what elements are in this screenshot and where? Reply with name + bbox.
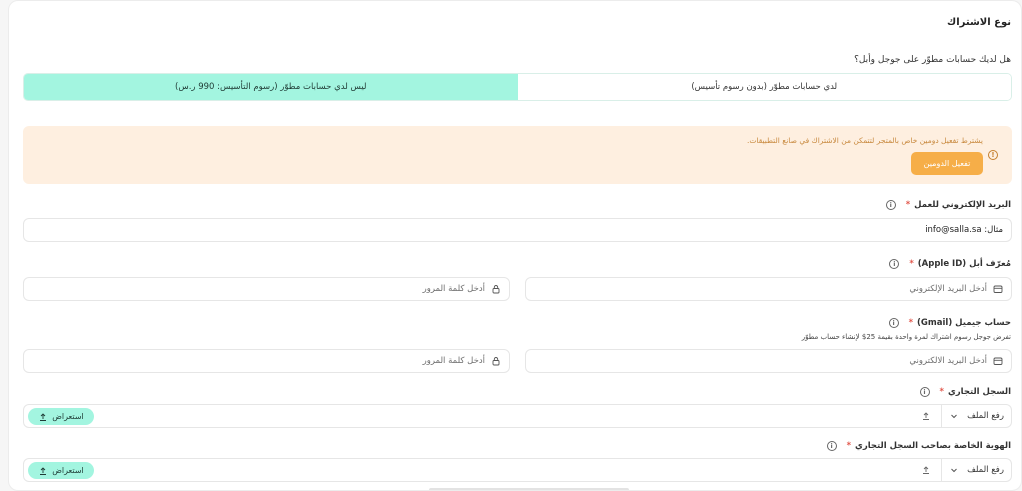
email-icon: [993, 285, 1003, 293]
upload-icon[interactable]: [921, 411, 931, 421]
apple-id-label: مُعرّف أبل (Apple ID) * i: [889, 259, 1011, 269]
gmail-password-placeholder: أدخل كلمة المرور: [422, 356, 485, 366]
gmail-email-placeholder: أدخل البريد الالكتروني: [909, 356, 987, 366]
upload-file-dropdown[interactable]: رفع الملف: [941, 459, 1011, 481]
required-mark: *: [908, 318, 914, 328]
upload-icon: [40, 412, 47, 421]
required-mark: *: [939, 387, 944, 397]
info-icon[interactable]: i: [889, 259, 900, 269]
gmail-password-input[interactable]: أدخل كلمة المرور: [23, 349, 510, 373]
section-title: نوع الاشتراك: [947, 17, 1011, 28]
apple-id-password-input[interactable]: أدخل كلمة المرور: [23, 277, 510, 301]
browse-label: استعراض: [52, 412, 84, 421]
upload-icon[interactable]: [921, 465, 931, 475]
gmail-label-text: حساب جيميل (Gmail): [917, 318, 1011, 328]
commercial-register-label: السجل التجاري * i: [919, 387, 1011, 397]
work-email-input[interactable]: مثال: info@salla.sa: [23, 218, 1012, 242]
browse-button[interactable]: استعراض: [28, 408, 94, 425]
activate-domain-button[interactable]: تفعيل الدومين: [911, 152, 983, 175]
lock-icon: [492, 357, 500, 366]
browse-button[interactable]: استعراض: [28, 462, 94, 479]
commercial-register-label-text: السجل التجاري: [947, 387, 1011, 397]
upload-file-dropdown[interactable]: رفع الملف: [941, 405, 1011, 427]
option-has-developer-accounts[interactable]: لدي حسابات مطوّر (بدون رسوم تأسيس): [517, 74, 1011, 100]
gmail-email-input[interactable]: أدخل البريد الالكتروني: [525, 349, 1012, 373]
lock-icon: [492, 285, 500, 294]
gmail-hint: تفرض جوجل رسوم اشتراك لمرة واحدة بقيمة 2…: [801, 333, 1011, 341]
chevron-down-icon: [951, 468, 957, 473]
work-email-label: البريد الإلكتروني للعمل * i: [885, 200, 1011, 210]
info-icon[interactable]: i: [826, 441, 837, 451]
required-mark: *: [905, 200, 911, 210]
alert-message: يشترط تفعيل دومين خاص بالمتجر لتتمكن من …: [746, 136, 983, 145]
upload-file-label: رفع الملف: [967, 411, 1004, 421]
gmail-label: حساب جيميل (Gmail) * i: [888, 318, 1011, 328]
owner-id-file-field: رفع الملف استعراض: [23, 458, 1012, 482]
required-mark: *: [909, 259, 914, 269]
upload-icon: [40, 466, 47, 475]
warning-info-icon: !: [988, 150, 998, 160]
work-email-value: مثال: info@salla.sa: [925, 225, 1003, 235]
apple-id-password-placeholder: أدخل كلمة المرور: [422, 284, 485, 294]
info-icon[interactable]: i: [885, 200, 896, 210]
browse-label: استعراض: [52, 466, 84, 475]
chevron-down-icon: [951, 414, 957, 419]
commercial-register-file-field: رفع الملف استعراض: [23, 404, 1012, 428]
info-icon[interactable]: i: [919, 387, 930, 397]
apple-id-label-text: مُعرّف أبل (Apple ID): [917, 259, 1011, 269]
developer-account-toggle: لدي حسابات مطوّر (بدون رسوم تأسيس) ليس ل…: [23, 73, 1012, 101]
email-icon: [993, 357, 1003, 365]
apple-id-email-placeholder: أدخل البريد الإلكتروني: [909, 284, 987, 294]
option-no-developer-accounts[interactable]: ليس لدي حسابات مطوّر (رسوم التأسيس: 990 …: [24, 74, 518, 100]
domain-warning-alert: ! يشترط تفعيل دومين خاص بالمتجر لتتمكن م…: [23, 126, 1012, 184]
owner-id-label: الهوية الخاصة بصاحب السجل التجاري * i: [826, 441, 1011, 451]
required-mark: *: [846, 441, 852, 451]
upload-file-label: رفع الملف: [967, 465, 1004, 475]
info-icon[interactable]: i: [888, 318, 899, 328]
subscription-form-card: نوع الاشتراك هل لديك حسابات مطوّر على جو…: [8, 0, 1022, 491]
apple-id-email-input[interactable]: أدخل البريد الإلكتروني: [525, 277, 1012, 301]
owner-id-label-text: الهوية الخاصة بصاحب السجل التجاري: [855, 441, 1011, 451]
work-email-label-text: البريد الإلكتروني للعمل: [914, 200, 1011, 210]
developer-account-question: هل لديك حسابات مطوّر على جوجل وأبل؟: [854, 55, 1011, 65]
